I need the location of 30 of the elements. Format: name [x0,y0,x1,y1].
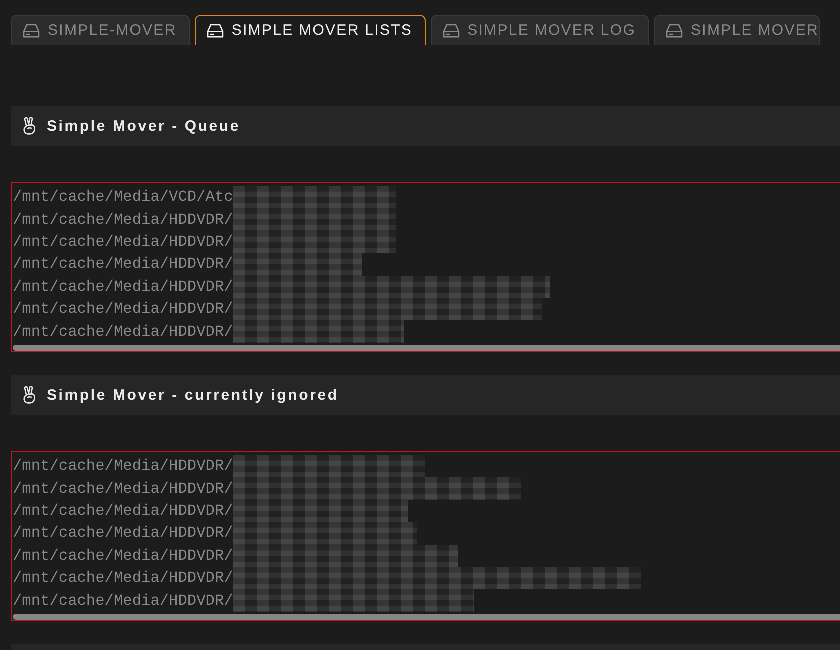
file-path: /mnt/cache/Media/HDDVDR/ [13,456,234,478]
file-path: /mnt/cache/Media/HDDVDR/ [13,322,234,343]
file-path: /mnt/cache/Media/HDDVDR/ [13,500,234,522]
horizontal-scrollbar[interactable] [13,614,840,620]
hard-drive-icon [666,24,684,38]
hard-drive-icon [442,24,460,38]
file-path: /mnt/cache/Media/VCD/Atc [13,187,234,208]
file-path: /mnt/cache/Media/HDDVDR/ [13,299,234,320]
file-path: /mnt/cache/Media/HDDVDR/ [13,254,234,276]
file-path: /mnt/cache/Media/HDDVDR/ [13,210,234,231]
file-path: /mnt/cache/Media/HDDVDR/ [13,232,234,253]
hard-drive-icon [23,24,40,38]
horizontal-scrollbar[interactable] [13,344,840,351]
path-list-textarea[interactable]: /mnt/cache/Media/VCD/Atc /mnt/cache/Media/HDDVDR/ /mnt/cache/Media/HDDVDR/ /mnt/cache/Media/HDDVDR/ /mnt/cache/Media/HDDVDR/ /mnt/cache/Media/HDDVDR/ /mnt/cache/Media/HDDVDR/ [11,182,840,352]
tab[interactable]: SIMPLE MOVER LOG [430,15,650,45]
victory-hand-icon [22,117,37,135]
file-path: /mnt/cache/Media/HDDVDR/ [13,590,234,612]
file-path: /mnt/cache/Media/HDDVDR/ [13,276,234,298]
file-path: /mnt/cache/Media/HDDVDR/ [13,523,234,544]
victory-hand-icon [22,386,37,404]
file-path: /mnt/cache/Media/HDDVDR/ [13,546,234,567]
path-list-textarea[interactable]: /mnt/cache/Media/HDDVDR/ /mnt/cache/Media/HDDVDR/ /mnt/cache/Media/HDDVDR/ /mnt/cache/Media/HDDVDR/ /mnt/cache/Media/HDDVDR/ /mnt/cache/Media/HDDVDR/ /mnt/cache/Media/HDDVDR/ [11,451,840,621]
tab[interactable]: SIMPLE MOVER LISTS [194,15,426,45]
file-path: /mnt/cache/Media/HDDVDR/ [13,478,234,500]
section-title: Simple Mover - Queue [47,118,241,134]
section-title: Simple Mover - currently ignored [47,386,339,404]
hard-drive-icon [206,24,224,38]
tab[interactable]: SIMPLE-MOVER [11,15,190,45]
file-path: /mnt/cache/Media/HDDVDR/ [13,568,234,590]
tab[interactable]: SIMPLE MOVER [654,15,820,45]
